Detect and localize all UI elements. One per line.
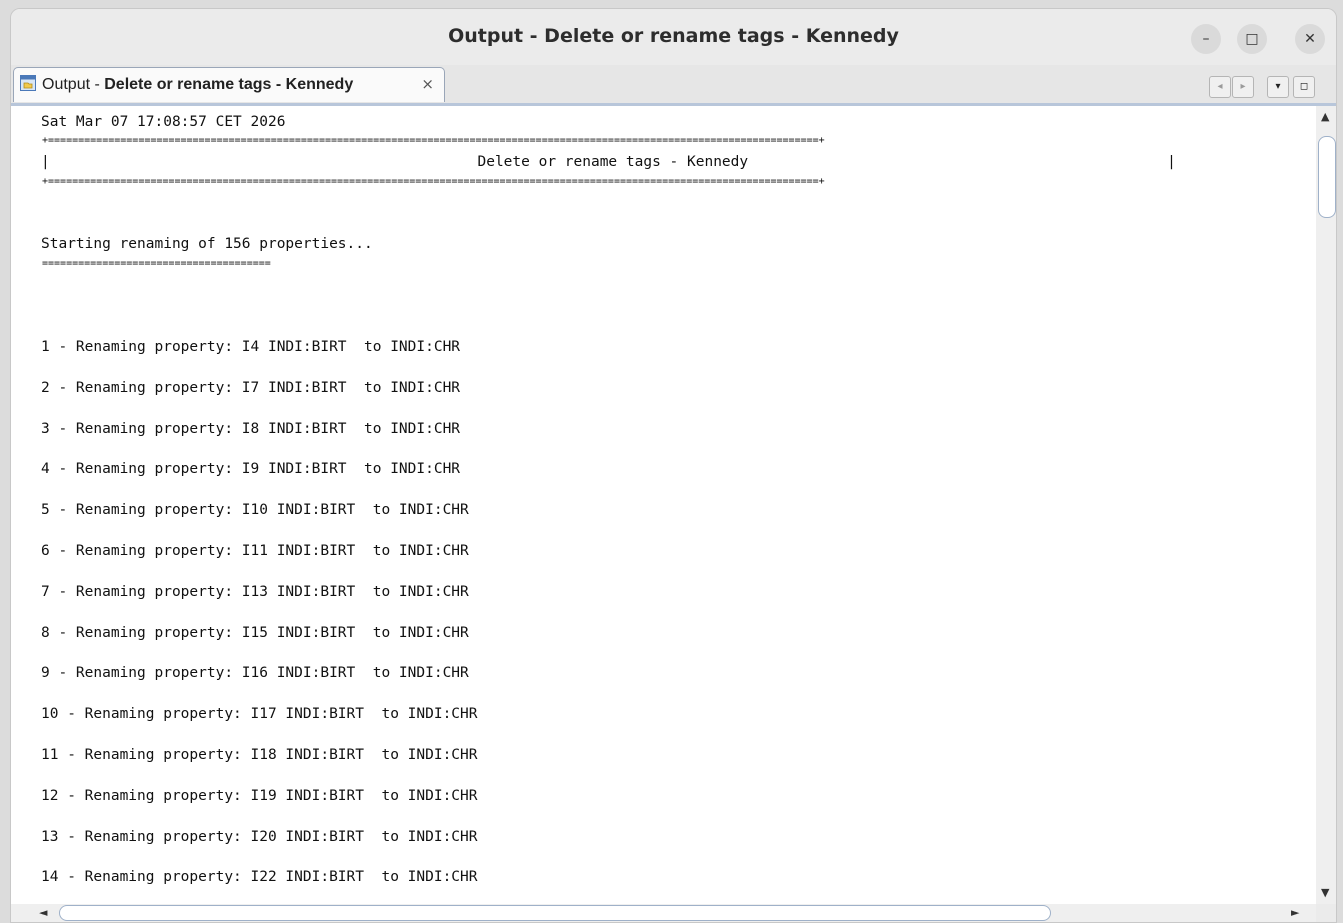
list-item: 3 - Renaming property: I8 INDI:BIRT to I… bbox=[41, 421, 461, 437]
list-item: 8 - Renaming property: I15 INDI:BIRT to … bbox=[41, 625, 469, 641]
close-window-button[interactable]: ✕ bbox=[1295, 24, 1325, 54]
list-item: 7 - Renaming property: I13 INDI:BIRT to … bbox=[41, 584, 469, 600]
list-item: 4 - Renaming property: I9 INDI:BIRT to I… bbox=[41, 461, 461, 477]
horizontal-scrollbar[interactable]: ◄ ► bbox=[11, 904, 1316, 922]
tab-label-name: Delete or rename tags - Kennedy bbox=[104, 76, 354, 93]
list-item: 5 - Renaming property: I10 INDI:BIRT to … bbox=[41, 502, 469, 518]
tab-label: Output - Delete or rename tags - Kennedy bbox=[42, 76, 353, 94]
output-text-area[interactable]: Sat Mar 07 17:08:57 CET 2026 +==========… bbox=[11, 106, 1316, 904]
vertical-scroll-thumb[interactable] bbox=[1318, 136, 1336, 218]
list-item: 12 - Renaming property: I19 INDI:BIRT to… bbox=[41, 788, 478, 804]
tab-strip: Output - Delete or rename tags - Kennedy… bbox=[11, 65, 1336, 106]
output-timestamp: Sat Mar 07 17:08:57 CET 2026 bbox=[41, 114, 286, 130]
maximize-button[interactable]: □ bbox=[1237, 24, 1267, 54]
tab-close-icon[interactable]: × bbox=[421, 75, 434, 93]
horizontal-scroll-thumb[interactable] bbox=[59, 905, 1051, 921]
list-item: 14 - Renaming property: I22 INDI:BIRT to… bbox=[41, 869, 478, 885]
tab-scroll-left-button[interactable]: ◂ bbox=[1209, 76, 1231, 98]
list-item: 11 - Renaming property: I18 INDI:BIRT to… bbox=[41, 747, 478, 763]
title-bar[interactable]: Output - Delete or rename tags - Kennedy… bbox=[11, 9, 1336, 65]
scroll-right-icon[interactable]: ► bbox=[1291, 906, 1299, 919]
tab-list-button[interactable]: ▾ bbox=[1267, 76, 1289, 98]
minimize-button[interactable]: – bbox=[1191, 24, 1221, 54]
list-item: 10 - Renaming property: I17 INDI:BIRT to… bbox=[41, 706, 478, 722]
tab-label-prefix: Output - bbox=[42, 76, 105, 93]
output-window-icon bbox=[20, 75, 36, 91]
start-message: Starting renaming of 156 properties... bbox=[41, 236, 373, 252]
restore-window-button[interactable]: ◻ bbox=[1293, 76, 1315, 98]
header-border-top: +=======================================… bbox=[42, 135, 825, 146]
header-border-bottom: +=======================================… bbox=[42, 176, 825, 187]
scroll-down-icon[interactable]: ▼ bbox=[1321, 886, 1329, 899]
list-item: 9 - Renaming property: I16 INDI:BIRT to … bbox=[41, 665, 469, 681]
list-item: 13 - Renaming property: I20 INDI:BIRT to… bbox=[41, 829, 478, 845]
list-item: 1 - Renaming property: I4 INDI:BIRT to I… bbox=[41, 339, 461, 355]
tab-scroll-right-button[interactable]: ▸ bbox=[1232, 76, 1254, 98]
list-item: 6 - Renaming property: I11 INDI:BIRT to … bbox=[41, 543, 469, 559]
tab-output[interactable]: Output - Delete or rename tags - Kennedy… bbox=[13, 67, 445, 102]
list-item: 2 - Renaming property: I7 INDI:BIRT to I… bbox=[41, 380, 461, 396]
scroll-left-icon[interactable]: ◄ bbox=[39, 906, 47, 919]
start-underline: ====================================== bbox=[42, 258, 271, 269]
output-window: Output - Delete or rename tags - Kennedy… bbox=[10, 8, 1337, 923]
vertical-scrollbar[interactable]: ▲ ▼ bbox=[1316, 106, 1336, 904]
header-title-line: | Delete or rename tags - Kennedy | bbox=[41, 154, 1176, 170]
window-title: Output - Delete or rename tags - Kennedy bbox=[448, 25, 899, 47]
scroll-up-icon[interactable]: ▲ bbox=[1321, 110, 1329, 123]
